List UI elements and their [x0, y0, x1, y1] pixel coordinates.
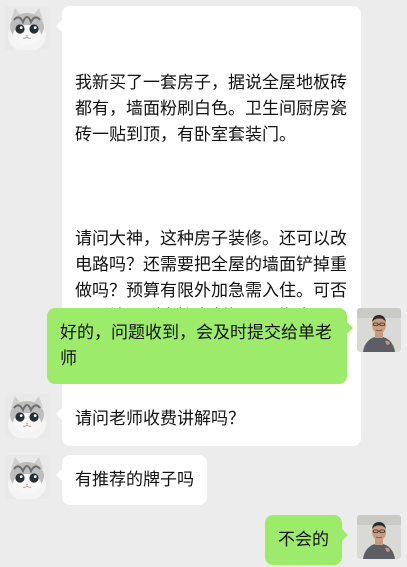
- man-avatar-icon[interactable]: [357, 308, 401, 352]
- message-bubble-incoming[interactable]: 请问老师收费讲解吗？: [56, 394, 258, 444]
- message-bubble-incoming[interactable]: 有推荐的牌子吗: [56, 455, 207, 505]
- cat-avatar-icon[interactable]: [5, 394, 49, 438]
- man-avatar-icon[interactable]: [357, 515, 401, 559]
- message-bubble-outgoing[interactable]: 不会的: [265, 515, 348, 565]
- message-paragraph: 我新买了一套房子，据说全屋地板砖都有，墙面粉刷白色。卫生间厨房瓷砖一贴到顶，有卧…: [75, 73, 347, 145]
- chat-view: 我新买了一套房子，据说全屋地板砖都有，墙面粉刷白色。卫生间厨房瓷砖一贴到顶，有卧…: [0, 0, 407, 567]
- message-bubble-outgoing[interactable]: 好的，问题收到，会及时提交给单老师: [47, 308, 353, 384]
- cat-avatar-icon[interactable]: [5, 6, 49, 50]
- cat-avatar-icon[interactable]: [5, 455, 49, 499]
